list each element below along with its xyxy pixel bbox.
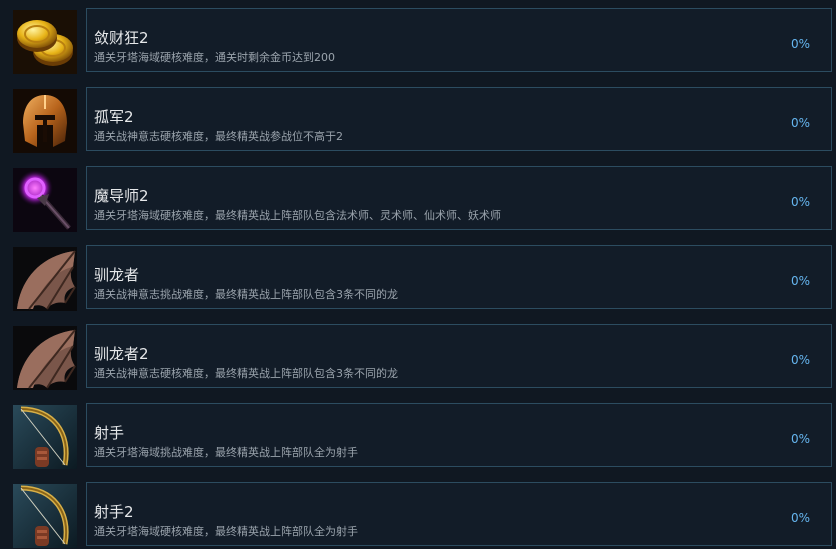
achievement-row[interactable]: 魔导师2 通关牙塔海域硬核难度，最终精英战上阵部队包含法术师、灵术师、仙术师、妖… bbox=[0, 166, 836, 232]
achievement-description: 通关牙塔海域挑战难度，最终精英战上阵部队全为射手 bbox=[94, 446, 358, 459]
achievement-description: 通关牙塔海域硬核难度，最终精英战上阵部队全为射手 bbox=[94, 525, 358, 538]
magic-staff-icon bbox=[13, 168, 77, 232]
achievement-title: 射手2 bbox=[94, 503, 134, 521]
bronze-helmet-icon bbox=[13, 89, 77, 153]
bow-icon bbox=[13, 484, 77, 548]
bow-icon bbox=[13, 405, 77, 469]
achievement-title: 射手 bbox=[94, 424, 125, 442]
achievement-percent: 0% bbox=[790, 353, 810, 367]
achievement-card: 孤军2 通关战神意志硬核难度，最终精英战参战位不高于2 0% bbox=[86, 87, 832, 151]
achievement-list: 敛财狂2 通关牙塔海域硬核难度，通关时剩余金币达到200 0% 孤军2 通关战神… bbox=[0, 0, 836, 549]
achievement-card: 驯龙者2 通关战神意志硬核难度，最终精英战上阵部队包含3条不同的龙 0% bbox=[86, 324, 832, 388]
achievement-row[interactable]: 射手2 通关牙塔海域硬核难度，最终精英战上阵部队全为射手 0% bbox=[0, 482, 836, 548]
achievement-row[interactable]: 射手 通关牙塔海域挑战难度，最终精英战上阵部队全为射手 0% bbox=[0, 403, 836, 469]
achievement-row[interactable]: 驯龙者2 通关战神意志硬核难度，最终精英战上阵部队包含3条不同的龙 0% bbox=[0, 324, 836, 390]
achievement-card: 射手2 通关牙塔海域硬核难度，最终精英战上阵部队全为射手 0% bbox=[86, 482, 832, 546]
achievement-title: 敛财狂2 bbox=[94, 29, 149, 47]
achievement-percent: 0% bbox=[790, 195, 810, 209]
achievement-description: 通关战神意志硬核难度，最终精英战上阵部队包含3条不同的龙 bbox=[94, 367, 398, 380]
gold-coins-icon bbox=[13, 10, 77, 74]
achievement-card: 驯龙者 通关战神意志挑战难度，最终精英战上阵部队包含3条不同的龙 0% bbox=[86, 245, 832, 309]
achievement-card: 魔导师2 通关牙塔海域硬核难度，最终精英战上阵部队包含法术师、灵术师、仙术师、妖… bbox=[86, 166, 832, 230]
dragon-wing-icon bbox=[13, 326, 77, 390]
achievement-description: 通关战神意志挑战难度，最终精英战上阵部队包含3条不同的龙 bbox=[94, 288, 398, 301]
achievement-row[interactable]: 敛财狂2 通关牙塔海域硬核难度，通关时剩余金币达到200 0% bbox=[0, 8, 836, 74]
achievement-percent: 0% bbox=[790, 274, 810, 288]
achievement-title: 驯龙者 bbox=[94, 266, 140, 284]
achievement-description: 通关战神意志硬核难度，最终精英战参战位不高于2 bbox=[94, 130, 343, 143]
achievement-description: 通关牙塔海域硬核难度，最终精英战上阵部队包含法术师、灵术师、仙术师、妖术师 bbox=[94, 209, 501, 222]
achievement-title: 孤军2 bbox=[94, 108, 134, 126]
achievement-title: 魔导师2 bbox=[94, 187, 149, 205]
achievement-row[interactable]: 孤军2 通关战神意志硬核难度，最终精英战参战位不高于2 0% bbox=[0, 87, 836, 153]
achievement-row[interactable]: 驯龙者 通关战神意志挑战难度，最终精英战上阵部队包含3条不同的龙 0% bbox=[0, 245, 836, 311]
achievement-card: 敛财狂2 通关牙塔海域硬核难度，通关时剩余金币达到200 0% bbox=[86, 8, 832, 72]
achievement-description: 通关牙塔海域硬核难度，通关时剩余金币达到200 bbox=[94, 51, 335, 64]
dragon-wing-icon bbox=[13, 247, 77, 311]
achievement-percent: 0% bbox=[790, 511, 810, 525]
achievement-percent: 0% bbox=[790, 37, 810, 51]
achievement-card: 射手 通关牙塔海域挑战难度，最终精英战上阵部队全为射手 0% bbox=[86, 403, 832, 467]
achievement-percent: 0% bbox=[790, 116, 810, 130]
achievement-title: 驯龙者2 bbox=[94, 345, 149, 363]
achievement-percent: 0% bbox=[790, 432, 810, 446]
